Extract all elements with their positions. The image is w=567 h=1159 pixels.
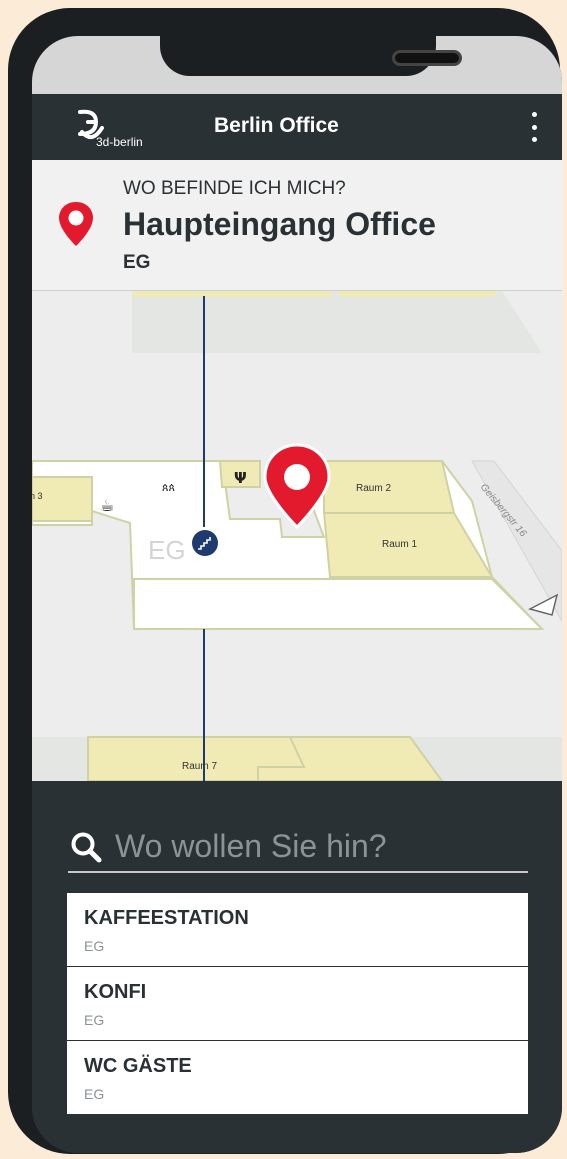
stairs-icon	[192, 530, 218, 556]
coffee-icon: ☕	[100, 496, 114, 515]
search-panel: KAFFEESTATION EG KONFI EG WC GÄSTE EG	[32, 781, 562, 1153]
app-screen: 3d-berlin Berlin Office WO BEFINDE ICH M…	[32, 36, 562, 1153]
logo-wordmark: 3d-berlin	[96, 135, 143, 149]
location-floor: EG	[123, 252, 151, 273]
dot-icon	[531, 137, 537, 142]
location-name: Haupteingang Office	[123, 206, 436, 242]
cutlery-icon: Ψ	[234, 469, 247, 487]
destination-name: KONFI	[84, 981, 147, 1003]
destination-item-konfi[interactable]: KONFI EG	[67, 967, 528, 1041]
lower-hall	[133, 578, 545, 630]
floor-map-canvas[interactable]: Geisbergstr 16 n 3 Raum 2 Raum 1 ☕ ጰጰ Ψ	[32, 291, 562, 781]
destination-item-kaffeestation[interactable]: KAFFEESTATION EG	[67, 893, 528, 967]
destination-name: WC GÄSTE	[84, 1055, 192, 1077]
search-box[interactable]	[68, 823, 528, 873]
room-7	[87, 736, 444, 781]
location-pin-icon	[59, 202, 93, 246]
speaker-icon	[392, 50, 462, 66]
floor-map[interactable]: Geisbergstr 16 n 3 Raum 2 Raum 1 ☕ ጰጰ Ψ	[32, 291, 562, 781]
app-title: Berlin Office	[214, 114, 339, 137]
current-location-panel: WO BEFINDE ICH MICH? Haupteingang Office…	[32, 160, 562, 291]
people-icon: ጰጰ	[162, 481, 175, 494]
room-label: n 3	[32, 491, 43, 501]
room-label: Raum 7	[182, 761, 217, 772]
upper-floor-shape	[132, 291, 542, 353]
location-question: WO BEFINDE ICH MICH?	[123, 178, 346, 199]
map-floor-label: EG	[148, 535, 186, 565]
upper-floor-room	[337, 291, 497, 297]
notch	[160, 36, 462, 76]
destination-item-wc-gaeste[interactable]: WC GÄSTE EG	[67, 1041, 528, 1115]
room-label: Raum 2	[356, 483, 391, 494]
status-bar	[32, 36, 562, 94]
room-label: Raum 1	[382, 539, 417, 550]
dot-icon	[531, 124, 537, 130]
phone-frame: 3d-berlin Berlin Office WO BEFINDE ICH M…	[8, 8, 562, 1154]
app-logo: 3d-berlin	[78, 109, 143, 149]
destination-floor: EG	[84, 1086, 105, 1102]
search-input[interactable]	[115, 825, 515, 867]
dot-icon	[531, 112, 537, 117]
search-icon	[71, 832, 102, 863]
compass-arrow-icon	[527, 593, 559, 616]
destination-name: KAFFEESTATION	[84, 907, 249, 929]
upper-floor-room	[132, 291, 332, 297]
app-header: 3d-berlin Berlin Office	[32, 94, 562, 160]
more-menu-button[interactable]	[524, 112, 544, 142]
destination-list: KAFFEESTATION EG KONFI EG WC GÄSTE EG	[67, 893, 528, 1115]
destination-floor: EG	[84, 938, 105, 954]
destination-floor: EG	[84, 1012, 105, 1028]
